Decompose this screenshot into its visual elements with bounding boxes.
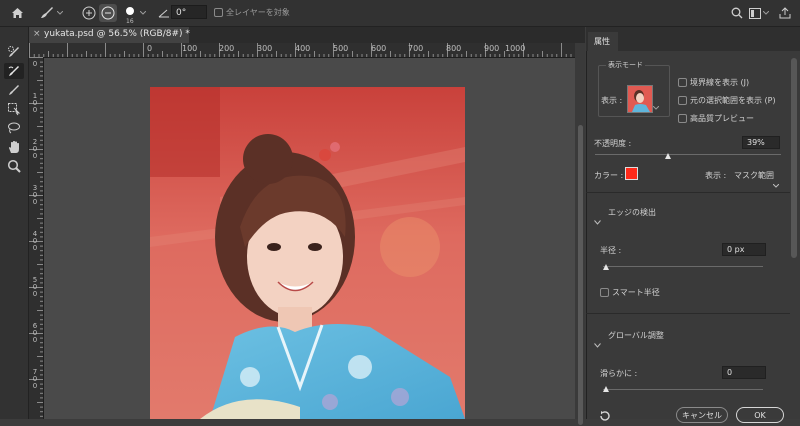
reset-icon[interactable] xyxy=(599,407,611,426)
quick-selection-icon[interactable] xyxy=(4,44,24,60)
panel-title: 属性 xyxy=(594,37,610,46)
high-quality-preview-checkbox[interactable] xyxy=(678,114,687,123)
add-to-selection-icon[interactable] xyxy=(80,4,98,22)
cancel-button[interactable]: キャンセル xyxy=(676,407,728,423)
smart-radius-checkbox[interactable] xyxy=(600,288,609,297)
chevron-down-icon xyxy=(763,11,769,15)
ruler-label: 0 xyxy=(32,198,38,206)
canvas-scrollbar[interactable] xyxy=(575,43,585,425)
tools-panel xyxy=(0,27,29,419)
ruler-label: 0 xyxy=(32,336,38,344)
chevron-down-icon[interactable] xyxy=(772,173,780,192)
smooth-input[interactable]: 0 xyxy=(722,366,766,379)
hand-icon[interactable] xyxy=(4,139,24,155)
radius-slider-thumb[interactable] xyxy=(603,264,609,270)
tab-properties[interactable]: 属性 xyxy=(588,32,618,51)
ruler-label: 700 xyxy=(408,44,424,53)
opacity-slider-thumb[interactable] xyxy=(664,153,671,159)
chevron-down-icon[interactable] xyxy=(594,333,601,352)
brush-size-value: 16 xyxy=(126,18,134,25)
divider xyxy=(586,192,790,193)
lasso-icon[interactable] xyxy=(4,120,24,136)
overlay-color-swatch[interactable] xyxy=(625,167,638,180)
chevron-down-icon[interactable] xyxy=(652,95,660,114)
smooth-label: 滑らかに : xyxy=(600,369,638,378)
share-icon[interactable] xyxy=(776,4,794,22)
ruler-label: 300 xyxy=(257,44,273,53)
ruler-label: 600 xyxy=(371,44,387,53)
refine-edge-brush-icon[interactable] xyxy=(4,63,24,79)
horizontal-ruler: 0 100 200 300 400 500 600 700 800 900 10… xyxy=(29,43,575,58)
ruler-label: 0 xyxy=(32,290,38,298)
opacity-input[interactable]: 39% xyxy=(742,136,780,149)
view-thumbnail-image xyxy=(628,86,652,112)
global-refinements-section-title[interactable]: グローバル調整 xyxy=(608,330,664,341)
chevron-down-icon xyxy=(57,11,63,15)
home-icon[interactable] xyxy=(8,4,26,22)
search-icon[interactable] xyxy=(728,4,746,22)
ruler-label: 0 xyxy=(32,244,38,252)
ok-button[interactable]: OK xyxy=(736,407,784,423)
edge-detection-section-title[interactable]: エッジの検出 xyxy=(608,207,656,218)
show-original-checkbox[interactable] xyxy=(678,96,687,105)
zoom-icon[interactable] xyxy=(4,158,24,174)
sample-all-layers-label: 全レイヤーを対象 xyxy=(226,8,290,17)
smooth-slider-track[interactable] xyxy=(603,389,763,390)
brush-icon[interactable] xyxy=(4,82,24,98)
panel-scrollbar[interactable] xyxy=(791,58,797,258)
high-quality-preview-label: 高品質プレビュー xyxy=(690,114,754,123)
ruler-label: 900 xyxy=(484,44,500,53)
scrollbar-thumb[interactable] xyxy=(578,125,583,425)
ruler-label: 500 xyxy=(333,44,349,53)
ruler-label: 800 xyxy=(446,44,462,53)
document-image[interactable] xyxy=(150,87,465,419)
radius-slider-track[interactable] xyxy=(603,266,763,267)
show-edge-checkbox[interactable] xyxy=(678,78,687,87)
display-mode-select[interactable]: マスク範囲 xyxy=(734,170,774,181)
workspace-icon[interactable] xyxy=(748,4,770,22)
view-mode-thumbnail[interactable] xyxy=(627,85,653,113)
chevron-down-icon[interactable] xyxy=(138,4,148,22)
angle-input[interactable]: 0° xyxy=(171,5,207,19)
radius-label: 半径 : xyxy=(600,246,622,255)
show-edge-label: 境界線を表示 (J) xyxy=(690,78,750,87)
view-label: 表示 : xyxy=(601,96,623,105)
view-mode-section-title: 表示モード xyxy=(606,60,645,70)
ruler-label: 200 xyxy=(219,44,235,53)
color-label: カラー : xyxy=(594,171,624,180)
divider xyxy=(586,313,790,314)
subtract-from-selection-icon[interactable] xyxy=(99,4,117,22)
ruler-label: 0 xyxy=(147,44,153,53)
smooth-slider-thumb[interactable] xyxy=(603,386,609,392)
document-tab[interactable]: × yukata.psd @ 56.5% (RGB/8#) * xyxy=(29,27,190,43)
document-title: yukata.psd @ 56.5% (RGB/8#) * xyxy=(44,29,190,39)
opacity-slider-track[interactable] xyxy=(595,154,781,155)
ruler-label: 0 xyxy=(32,60,38,68)
brush-preset-icon[interactable] xyxy=(38,4,64,22)
panel-header xyxy=(586,27,800,51)
close-icon[interactable]: × xyxy=(33,29,41,39)
ruler-label: 400 xyxy=(295,44,311,53)
chevron-down-icon[interactable] xyxy=(594,210,601,229)
yukata-photo xyxy=(150,87,465,419)
object-selection-icon[interactable] xyxy=(4,101,24,117)
sample-all-layers-checkbox[interactable] xyxy=(214,8,223,17)
smart-radius-label: スマート半径 xyxy=(612,288,660,297)
display-label: 表示 : xyxy=(705,171,727,180)
options-bar: 16 0° 全レイヤーを対象 xyxy=(0,0,800,27)
opacity-label: 不透明度 : xyxy=(594,139,632,148)
ruler-label: 1000 xyxy=(505,44,526,53)
ruler-label: 0 xyxy=(32,106,38,114)
ruler-label: 100 xyxy=(182,44,198,53)
radius-input[interactable]: 0 px xyxy=(722,243,766,256)
ruler-label: 0 xyxy=(32,152,38,160)
vertical-ruler: 0 100 200 300 400 500 600 700 xyxy=(29,57,44,419)
show-original-label: 元の選択範囲を表示 (P) xyxy=(690,96,776,105)
ruler-label: 0 xyxy=(32,382,38,390)
